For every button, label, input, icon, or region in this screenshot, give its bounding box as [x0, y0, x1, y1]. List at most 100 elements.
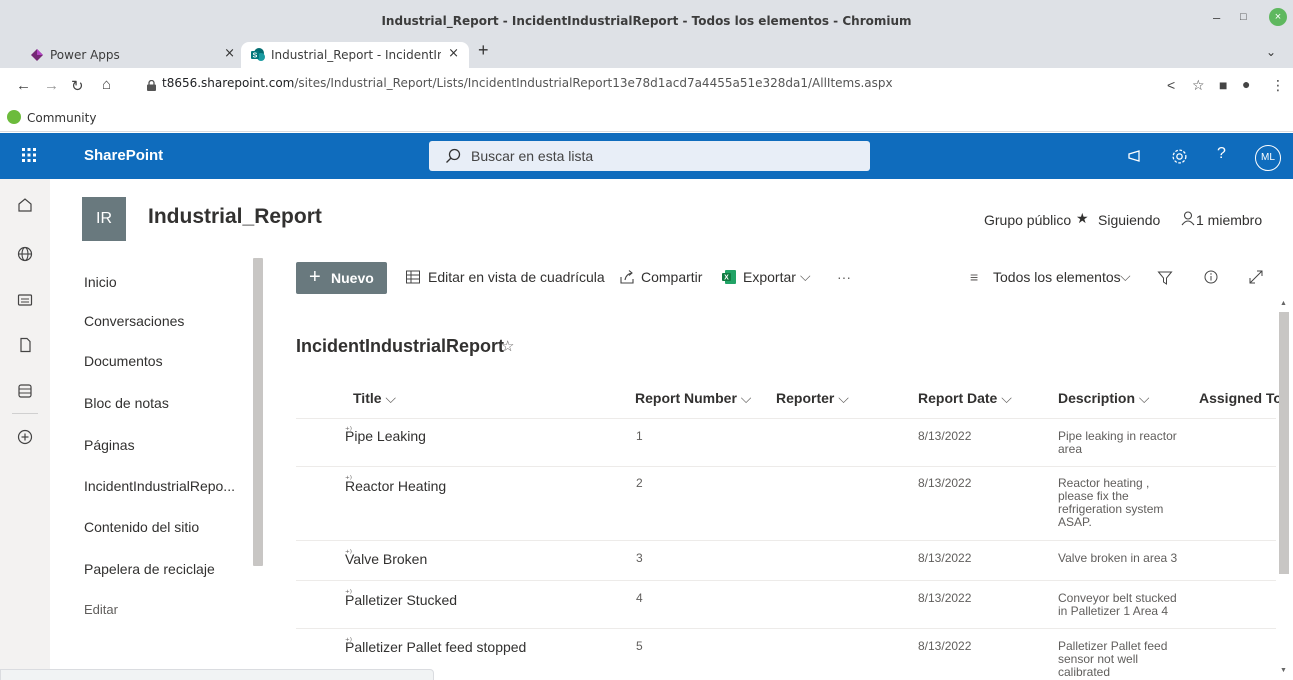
svg-text:S: S — [253, 53, 258, 60]
nav-item-conversaciones[interactable]: Conversaciones — [84, 313, 184, 329]
side-panel-icon[interactable]: ■ — [1219, 77, 1227, 93]
nav-item-incident-report[interactable]: IncidentIndustrialRepo... — [84, 478, 235, 494]
address-path: /sites/Industrial_Report/Lists/IncidentI… — [294, 76, 893, 90]
feedback-megaphone-icon[interactable] — [1127, 148, 1143, 164]
sharepoint-icon: S — [251, 48, 265, 61]
column-header-title[interactable]: Title ⌵ — [353, 390, 396, 407]
filter-icon[interactable] — [1157, 270, 1173, 286]
tab-close-icon[interactable]: × — [224, 46, 235, 61]
star-icon[interactable]: ★ — [1076, 210, 1089, 227]
tab-power-apps[interactable]: Power Apps × — [20, 42, 245, 68]
status-bubble — [0, 669, 434, 680]
sharepoint-brand[interactable]: SharePoint — [84, 147, 163, 164]
tab-search-icon[interactable]: ⌄ — [1266, 45, 1276, 59]
bookmark-star-icon[interactable]: ☆ — [1192, 77, 1205, 94]
help-icon[interactable]: ? — [1217, 145, 1226, 163]
close-window-button[interactable]: × — [1269, 8, 1287, 26]
new-tab-button[interactable]: + — [478, 40, 489, 61]
main-scrollbar[interactable] — [1279, 312, 1289, 574]
main-scroll-up-arrow[interactable]: ▲ — [1280, 300, 1287, 307]
create-plus-icon[interactable] — [17, 429, 33, 445]
following-button[interactable]: Siguiendo — [1098, 212, 1160, 228]
main-scroll-down-arrow[interactable]: ▼ — [1280, 667, 1287, 674]
edit-grid-view-button[interactable]: Editar en vista de cuadrícula — [428, 269, 605, 285]
address-host: t8656.sharepoint.com — [162, 76, 295, 90]
svg-text:X: X — [724, 275, 729, 282]
bookmark-community[interactable]: Community — [27, 111, 96, 125]
table-row-description: Palletizer Pallet feed sensor not well c… — [1058, 639, 1168, 679]
table-row-title[interactable]: Palletizer Stucked — [345, 592, 457, 608]
table-row-title[interactable]: Palletizer Pallet feed stopped — [345, 639, 526, 655]
export-button[interactable]: Exportar — [743, 269, 796, 285]
globe-icon[interactable] — [17, 246, 33, 262]
back-arrow-icon[interactable]: ← — [16, 77, 31, 94]
column-header-description[interactable]: Description ⌵ — [1058, 390, 1150, 407]
reload-icon[interactable]: ↻ — [71, 77, 84, 95]
column-header-report-number[interactable]: Report Number ⌵ — [635, 390, 751, 407]
nav-item-documentos[interactable]: Documentos — [84, 353, 163, 369]
share-icon — [620, 270, 634, 284]
settings-gear-icon[interactable] — [1171, 148, 1188, 165]
site-logo[interactable]: IR — [82, 197, 126, 241]
maximize-button[interactable]: □ — [1240, 11, 1247, 23]
nav-item-contenido-del-sitio[interactable]: Contenido del sitio — [84, 519, 199, 535]
nav-edit-link[interactable]: Editar — [84, 602, 118, 617]
nav-item-paginas[interactable]: Páginas — [84, 437, 135, 453]
window-title: Industrial_Report - IncidentIndustrialRe… — [381, 14, 912, 28]
table-row-description: Pipe leaking in reactor area — [1058, 429, 1177, 456]
lock-icon — [147, 80, 156, 91]
files-icon[interactable] — [17, 337, 33, 353]
home-icon[interactable]: ⌂ — [102, 76, 111, 93]
column-label: Reporter — [776, 390, 835, 406]
nav-item-inicio[interactable]: Inicio — [84, 274, 117, 290]
table-row-number: 5 — [636, 639, 643, 653]
table-row-title[interactable]: Pipe Leaking — [345, 428, 426, 444]
suite-bar: SharePoint ? — [0, 133, 1293, 179]
row-divider — [296, 540, 1276, 541]
lists-icon[interactable] — [17, 383, 33, 399]
nav-scrollbar[interactable] — [253, 258, 263, 566]
tab-close-icon[interactable]: × — [448, 46, 459, 61]
table-row-title[interactable]: Reactor Heating — [345, 478, 446, 494]
info-icon[interactable] — [1203, 269, 1219, 285]
expand-icon[interactable] — [1248, 269, 1264, 285]
table-row-number: 3 — [636, 551, 643, 565]
table-row-date: 8/13/2022 — [918, 591, 972, 605]
table-row-description: Valve broken in area 3 — [1058, 551, 1178, 565]
new-item-button[interactable]: + Nuevo — [296, 262, 387, 294]
more-commands-button[interactable]: ··· — [837, 269, 851, 285]
nav-item-papelera[interactable]: Papelera de reciclaje — [84, 561, 215, 577]
column-header-report-date[interactable]: Report Date ⌵ — [918, 390, 1012, 407]
row-divider — [296, 580, 1276, 581]
table-row-number: 2 — [636, 476, 643, 490]
table-row-title[interactable]: Valve Broken — [345, 551, 427, 567]
favorite-star-icon[interactable]: ☆ — [501, 337, 514, 355]
column-label: Assigned To — [1199, 390, 1282, 406]
share-page-icon[interactable]: < — [1167, 77, 1175, 93]
nav-item-bloc-de-notas[interactable]: Bloc de notas — [84, 395, 169, 411]
app-launcher-icon[interactable] — [21, 147, 37, 163]
column-label: Title — [353, 390, 382, 406]
export-chevron-icon[interactable]: ⌵ — [800, 268, 811, 285]
view-selector[interactable]: Todos los elementos — [993, 269, 1121, 285]
minimize-button[interactable]: – — [1213, 10, 1220, 25]
news-icon[interactable] — [17, 292, 33, 308]
column-header-assigned-to[interactable]: Assigned To — [1199, 390, 1282, 406]
address-bar[interactable]: t8656.sharepoint.com/sites/Industrial_Re… — [162, 76, 1162, 98]
column-header-reporter[interactable]: Reporter ⌵ — [776, 390, 849, 407]
share-button[interactable]: Compartir — [641, 269, 702, 285]
search-box[interactable] — [429, 141, 870, 171]
search-input[interactable] — [471, 146, 851, 166]
view-lines-icon: ≡ — [970, 269, 979, 285]
browser-menu-icon[interactable]: ⋮ — [1271, 77, 1285, 94]
avatar[interactable]: ML — [1255, 145, 1281, 171]
tab-industrial-report[interactable]: S Industrial_Report - IncidentIndustrial… — [241, 42, 469, 68]
view-chevron-icon[interactable]: ⌵ — [1120, 268, 1131, 285]
tab-strip: Power Apps × S Industrial_Report - Incid… — [0, 38, 1293, 68]
profile-icon[interactable]: ● — [1242, 76, 1250, 92]
site-title[interactable]: Industrial_Report — [148, 205, 322, 229]
members-count[interactable]: 1 miembro — [1196, 212, 1262, 228]
forward-arrow-icon[interactable]: → — [44, 77, 59, 94]
table-row-number: 4 — [636, 591, 643, 605]
home-icon[interactable] — [17, 197, 33, 213]
